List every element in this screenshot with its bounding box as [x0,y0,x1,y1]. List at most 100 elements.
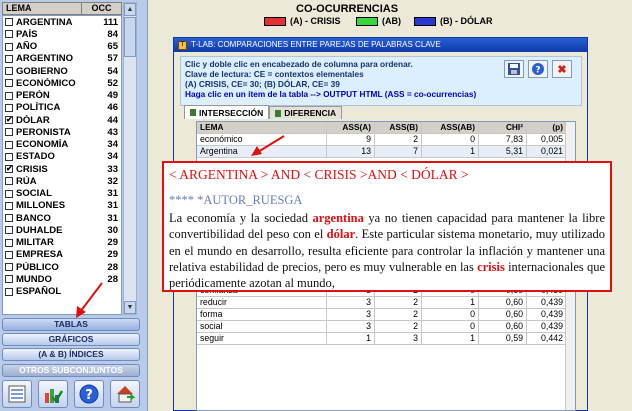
lemma-checkbox[interactable] [5,177,13,186]
legend-item-a: (A) - CRISIS [264,16,341,26]
lemma-list-item[interactable]: POLÍTICA 46 [3,102,121,114]
lemma-list-item[interactable]: RÚA 32 [3,175,121,187]
lemma-checkbox[interactable] [5,30,13,39]
lemma-list-item[interactable]: ✔ DÓLAR 44 [3,114,121,126]
lemma-column-header[interactable]: LEMA [3,3,81,14]
lemma-checkbox[interactable] [5,275,13,284]
info-line-4: Haga clic en un ítem de la tabla --> OUT… [185,89,477,99]
lemma-checkbox[interactable] [5,91,13,100]
col-header-ass-ab[interactable]: ASS(AB) [422,122,479,133]
table-row[interactable]: reducir 3 2 1 0,60 0,439 [197,297,567,309]
lemma-count: 49 [107,90,118,102]
scroll-down-arrow-icon[interactable]: ▼ [124,301,136,314]
lemma-checkbox[interactable] [5,79,13,88]
lemma-list-item[interactable]: ARGENTINO 57 [3,53,121,65]
lemma-checkbox[interactable] [5,103,13,112]
occ-column-header[interactable]: OCC [81,3,121,14]
tablas-button[interactable]: TABLAS [2,318,140,331]
lemma-list-item[interactable]: AÑO 65 [3,41,121,53]
lemma-word: GOBIERNO [16,65,68,77]
lemma-checkbox[interactable] [5,214,13,223]
col-header-chi2[interactable]: CHI² [479,122,527,133]
table-cell: 3 [327,309,375,320]
col-header-lema[interactable]: LEMA [197,122,327,133]
table-cell: 3 [327,321,375,332]
table-cell: 1 [422,297,479,308]
lemma-checkbox[interactable] [5,263,13,272]
lemma-count: 31 [107,200,118,212]
lemma-list-item[interactable]: SOCIAL 31 [3,188,121,200]
svg-text:?: ? [535,66,540,76]
lemma-count: 34 [107,139,118,151]
lemma-list-item[interactable]: MUNDO 28 [3,273,121,285]
lemma-list-item[interactable]: GOBIERNO 54 [3,65,121,77]
table-cell: 2 [375,297,422,308]
lemma-count: 57 [107,53,118,65]
home-icon[interactable] [110,380,140,408]
lemma-word: ARGENTINA [16,16,73,28]
lemma-checkbox[interactable]: ✔ [5,165,13,174]
html-output-popup: < ARGENTINA > AND < CRISIS >AND < DÓLAR … [162,161,612,292]
lemma-checkbox[interactable] [5,18,13,27]
lemma-list-header[interactable]: LEMA OCC [2,2,122,15]
lemma-list-item[interactable]: ESPAÑOL [3,286,121,298]
col-header-p[interactable]: (p) [527,122,567,133]
close-icon[interactable]: ✖ [552,60,572,78]
lemma-list-item[interactable]: DUHALDE 30 [3,224,121,236]
table-row[interactable]: social 3 2 0 0,60 0,439 [197,321,567,333]
table-row[interactable]: forma 3 2 0 0,60 0,439 [197,309,567,321]
lemma-list-item[interactable]: PERONISTA 43 [3,126,121,138]
chart-check-icon[interactable] [38,380,68,408]
lemma-list-item[interactable]: MILLONES 31 [3,200,121,212]
lemma-checkbox[interactable] [5,287,13,296]
table-row[interactable]: seguir 1 3 1 0,59 0,442 [197,333,567,345]
lemma-list-item[interactable]: EMPRESA 29 [3,249,121,261]
table-row[interactable]: Argentina 13 7 1 5,31 0,021 [197,146,575,158]
otros-subconjuntos-button[interactable]: OTROS SUBCONJUNTOS [2,364,140,377]
chart-title: CO-OCURRENCIAS [296,3,399,15]
dialog-title-bar[interactable]: T T-LAB: COMPARACIONES ENTRE PAREJAS DE … [174,38,587,52]
table-row[interactable]: económico 9 2 0 7,83 0,005 [197,134,575,146]
table-cell: 0,439 [527,297,567,308]
help-icon[interactable]: ? [74,380,104,408]
lemma-checkbox[interactable] [5,238,13,247]
lemma-list-scrollbar[interactable]: ▲ ▼ [123,2,137,315]
lemma-checkbox[interactable] [5,42,13,51]
tab-interseccion[interactable]: INTERSECCIÓN [184,105,270,119]
lemma-list-item[interactable]: PERÓN 49 [3,90,121,102]
lemma-checkbox[interactable] [5,128,13,137]
lemma-list-item[interactable]: MILITAR 29 [3,237,121,249]
lemma-list[interactable]: ARGENTINA 111 PAÍS 84 AÑO 65 ARGENTINO 57 GOBIER… [2,15,122,315]
lemma-checkbox[interactable] [5,152,13,161]
lemma-list-item[interactable]: ECONÓMICO 52 [3,77,121,89]
graficos-button[interactable]: GRÁFICOS [2,333,140,346]
col-header-ass-a[interactable]: ASS(A) [327,122,375,133]
indices-button[interactable]: (A & B) ÍNDICES [2,348,140,361]
lemma-word: PERÓN [16,90,50,102]
legend-item-ab: (AB) [356,16,401,26]
lemma-list-item[interactable]: PÚBLICO 28 [3,261,121,273]
lemma-list-item[interactable]: PAÍS 84 [3,28,121,40]
lemma-checkbox[interactable] [5,226,13,235]
lemma-checkbox[interactable] [5,54,13,63]
lemma-list-item[interactable]: ESTADO 34 [3,151,121,163]
scroll-thumb[interactable] [124,17,136,57]
list-icon[interactable] [2,380,32,408]
lemma-list-item[interactable]: ARGENTINA 111 [3,16,121,28]
help-icon[interactable]: ? [528,60,548,78]
lemma-word: DÓLAR [16,114,50,126]
lemma-checkbox[interactable] [5,189,13,198]
lemma-checkbox[interactable] [5,140,13,149]
lemma-checkbox[interactable] [5,250,13,259]
col-header-ass-b[interactable]: ASS(B) [375,122,422,133]
lemma-checkbox[interactable]: ✔ [5,116,13,125]
lemma-list-item[interactable]: BANCO 31 [3,212,121,224]
tab-diferencia[interactable]: DIFERENCIA [269,106,343,119]
lemma-checkbox[interactable] [5,201,13,210]
save-icon[interactable] [504,60,524,78]
scroll-up-arrow-icon[interactable]: ▲ [124,3,136,16]
lemma-list-item[interactable]: ✔ CRISIS 33 [3,163,121,175]
popup-title: < ARGENTINA > AND < CRISIS >AND < DÓLAR … [169,167,469,182]
lemma-checkbox[interactable] [5,67,13,76]
lemma-list-item[interactable]: ECONOMÍA 34 [3,139,121,151]
